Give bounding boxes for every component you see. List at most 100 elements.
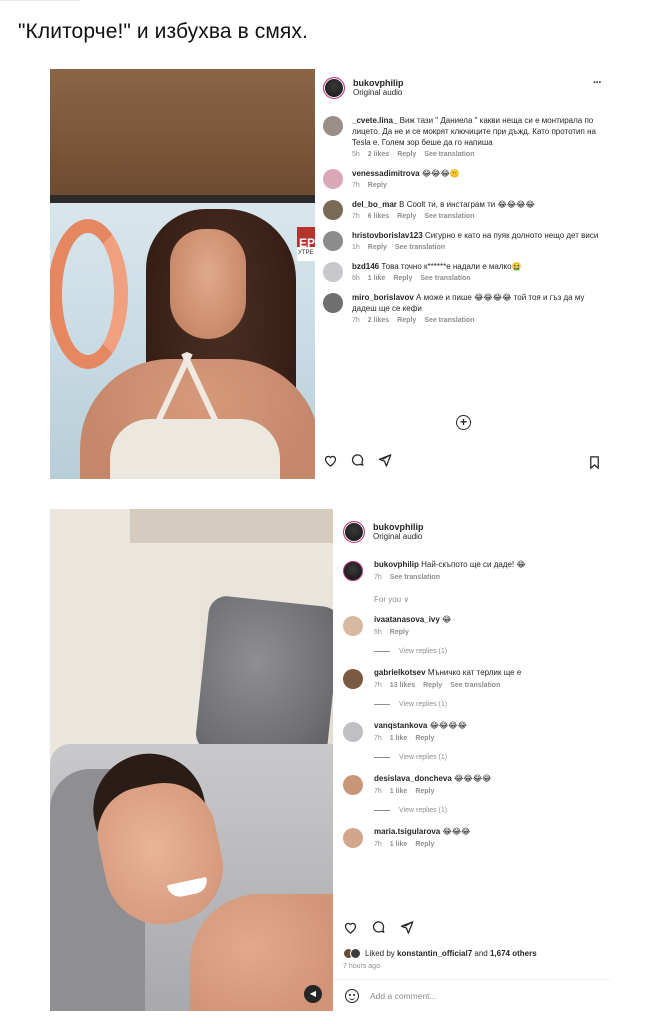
comment-username[interactable]: venessadimitrova xyxy=(352,169,420,178)
post-1-actions xyxy=(323,453,392,468)
view-replies-button[interactable]: View replies (1) xyxy=(374,701,605,708)
comment-username[interactable]: del_bo_mar xyxy=(352,200,397,209)
comment-username[interactable]: vanqstankova xyxy=(374,721,427,730)
comment-username[interactable]: _cvete.lina_ xyxy=(352,116,397,125)
liked-by-user[interactable]: konstantin_official7 xyxy=(397,949,472,958)
commenter-avatar[interactable] xyxy=(323,231,343,251)
reply-button[interactable]: Reply xyxy=(423,682,442,689)
comment-likes[interactable]: 1 like xyxy=(368,275,386,282)
reply-button[interactable]: Reply xyxy=(397,317,416,324)
comment-item: desislava_doncheva 😂😂😂😂 7h 1 like Reply xyxy=(343,773,605,795)
reply-button[interactable]: Reply xyxy=(393,275,412,282)
post-2: ◀︎ bukovphilip Original audio bukovphili… xyxy=(50,509,610,1014)
more-options-icon[interactable]: ··· xyxy=(593,77,602,89)
see-translation-link[interactable]: See translation xyxy=(420,275,470,282)
commenter-avatar[interactable] xyxy=(323,200,343,220)
author-avatar[interactable] xyxy=(343,561,363,581)
heart-icon[interactable] xyxy=(323,453,338,468)
share-icon[interactable] xyxy=(377,453,392,468)
commenter-avatar[interactable] xyxy=(343,775,363,795)
audio-label[interactable]: Original audio xyxy=(373,532,424,542)
commenter-avatar[interactable] xyxy=(343,722,363,742)
reply-button[interactable]: Reply xyxy=(368,244,387,251)
commenter-avatar[interactable] xyxy=(323,293,343,313)
comment-item: _cvete.lina_ Виж тази " Даниела " какви … xyxy=(323,115,603,158)
comment-text: 😂😂😂 xyxy=(442,827,471,836)
share-icon[interactable] xyxy=(399,920,414,935)
view-replies-button[interactable]: View replies (1) xyxy=(374,807,605,814)
comment-sort-dropdown[interactable]: For you ∨ xyxy=(374,595,605,604)
audio-label[interactable]: Original audio xyxy=(353,88,404,98)
commenter-avatar[interactable] xyxy=(343,616,363,636)
comment-likes[interactable]: 1 like xyxy=(390,735,408,742)
comment-likes[interactable]: 6 likes xyxy=(368,213,389,220)
reply-button[interactable]: Reply xyxy=(415,735,434,742)
comment-time: 7h xyxy=(352,317,360,324)
load-more-comments-icon[interactable]: + xyxy=(456,415,471,430)
post-1-video[interactable]: EP УТРЕ xyxy=(50,69,315,479)
comment-likes[interactable]: 1 like xyxy=(390,788,408,795)
post-2-sidebar: bukovphilip Original audio bukovphilip Н… xyxy=(333,509,610,1014)
caption-username[interactable]: bukovphilip xyxy=(374,560,419,569)
comment-username[interactable]: ivaatanasova_ivy xyxy=(374,615,440,624)
commenter-avatar[interactable] xyxy=(343,828,363,848)
comment-username[interactable]: miro_borislavov xyxy=(352,293,414,302)
comment-username[interactable]: hristovborislav123 xyxy=(352,231,423,240)
comment-likes[interactable]: 2 likes xyxy=(368,151,389,158)
comment-icon[interactable] xyxy=(371,920,386,935)
lifebuoy-graphic xyxy=(50,219,128,369)
author-avatar[interactable] xyxy=(323,77,345,99)
view-replies-label: View replies (1) xyxy=(399,648,448,655)
liked-by-count[interactable]: 1,674 others xyxy=(490,949,537,958)
comment-username[interactable]: bzd146 xyxy=(352,262,379,271)
view-replies-button[interactable]: View replies (1) xyxy=(374,754,605,761)
comment-likes[interactable]: 13 likes xyxy=(390,682,415,689)
reply-button[interactable]: Reply xyxy=(397,151,416,158)
commenter-avatar[interactable] xyxy=(323,169,343,189)
bookmark-icon[interactable] xyxy=(587,455,602,470)
add-comment-input[interactable]: Add a comment... xyxy=(370,991,437,1001)
reply-button[interactable]: Reply xyxy=(415,841,434,848)
comment-username[interactable]: desislava_doncheva xyxy=(374,774,452,783)
see-translation-link[interactable]: See translation xyxy=(450,682,500,689)
see-translation-link[interactable]: See translation xyxy=(390,574,440,581)
reply-button[interactable]: Reply xyxy=(390,629,409,636)
view-replies-button[interactable]: View replies (1) xyxy=(374,648,605,655)
view-replies-label: View replies (1) xyxy=(399,754,448,761)
post-2-video[interactable]: ◀︎ xyxy=(50,509,333,1011)
comment-time: 7h xyxy=(374,735,382,742)
reply-button[interactable]: Reply xyxy=(415,788,434,795)
divider xyxy=(333,979,610,980)
comment-likes[interactable]: 2 likes xyxy=(368,317,389,324)
see-translation-link[interactable]: See translation xyxy=(424,213,474,220)
tv-logo-sub: УТРЕ xyxy=(297,247,315,261)
reply-button[interactable]: Reply xyxy=(397,213,416,220)
comment-item: maria.tsigularova 😂😂😂 7h 1 like Reply xyxy=(343,826,605,848)
comment-text: Това точно к******е надали е малко🤮 xyxy=(381,262,522,271)
author-avatar[interactable] xyxy=(343,521,365,543)
post-1-sidebar: bukovphilip Original audio ··· _cvete.li… xyxy=(315,69,610,481)
comment-likes[interactable]: 1 like xyxy=(390,841,408,848)
comment-icon[interactable] xyxy=(350,453,365,468)
comment-time: 7h xyxy=(352,213,360,220)
caption-time: 7h xyxy=(374,574,382,581)
see-translation-link[interactable]: See translation xyxy=(395,244,445,251)
commenter-avatar[interactable] xyxy=(323,116,343,136)
caption: bukovphilip Най-скъпото ще си даде! 😂 7h… xyxy=(343,559,605,581)
post-1: EP УТРЕ bukovphilip Original audio ··· _… xyxy=(50,69,610,481)
mute-toggle-icon[interactable]: ◀︎ xyxy=(304,985,322,1003)
commenter-avatar[interactable] xyxy=(323,262,343,282)
comment-text: Мъничко кат терлик ще е xyxy=(427,668,522,677)
likes-summary[interactable]: Liked by konstantin_official7 and 1,674 … xyxy=(343,948,537,959)
reply-button[interactable]: Reply xyxy=(368,182,387,189)
post-2-actions xyxy=(343,920,414,935)
emoji-icon[interactable] xyxy=(345,989,359,1003)
comment-username[interactable]: gabrielkotsev xyxy=(374,668,426,677)
liked-by-and: and xyxy=(474,949,488,958)
comment-item: bzd146 Това точно к******е надали е малк… xyxy=(323,261,603,282)
heart-icon[interactable] xyxy=(343,920,358,935)
see-translation-link[interactable]: See translation xyxy=(424,151,474,158)
see-translation-link[interactable]: See translation xyxy=(424,317,474,324)
commenter-avatar[interactable] xyxy=(343,669,363,689)
comment-username[interactable]: maria.tsigularova xyxy=(374,827,440,836)
